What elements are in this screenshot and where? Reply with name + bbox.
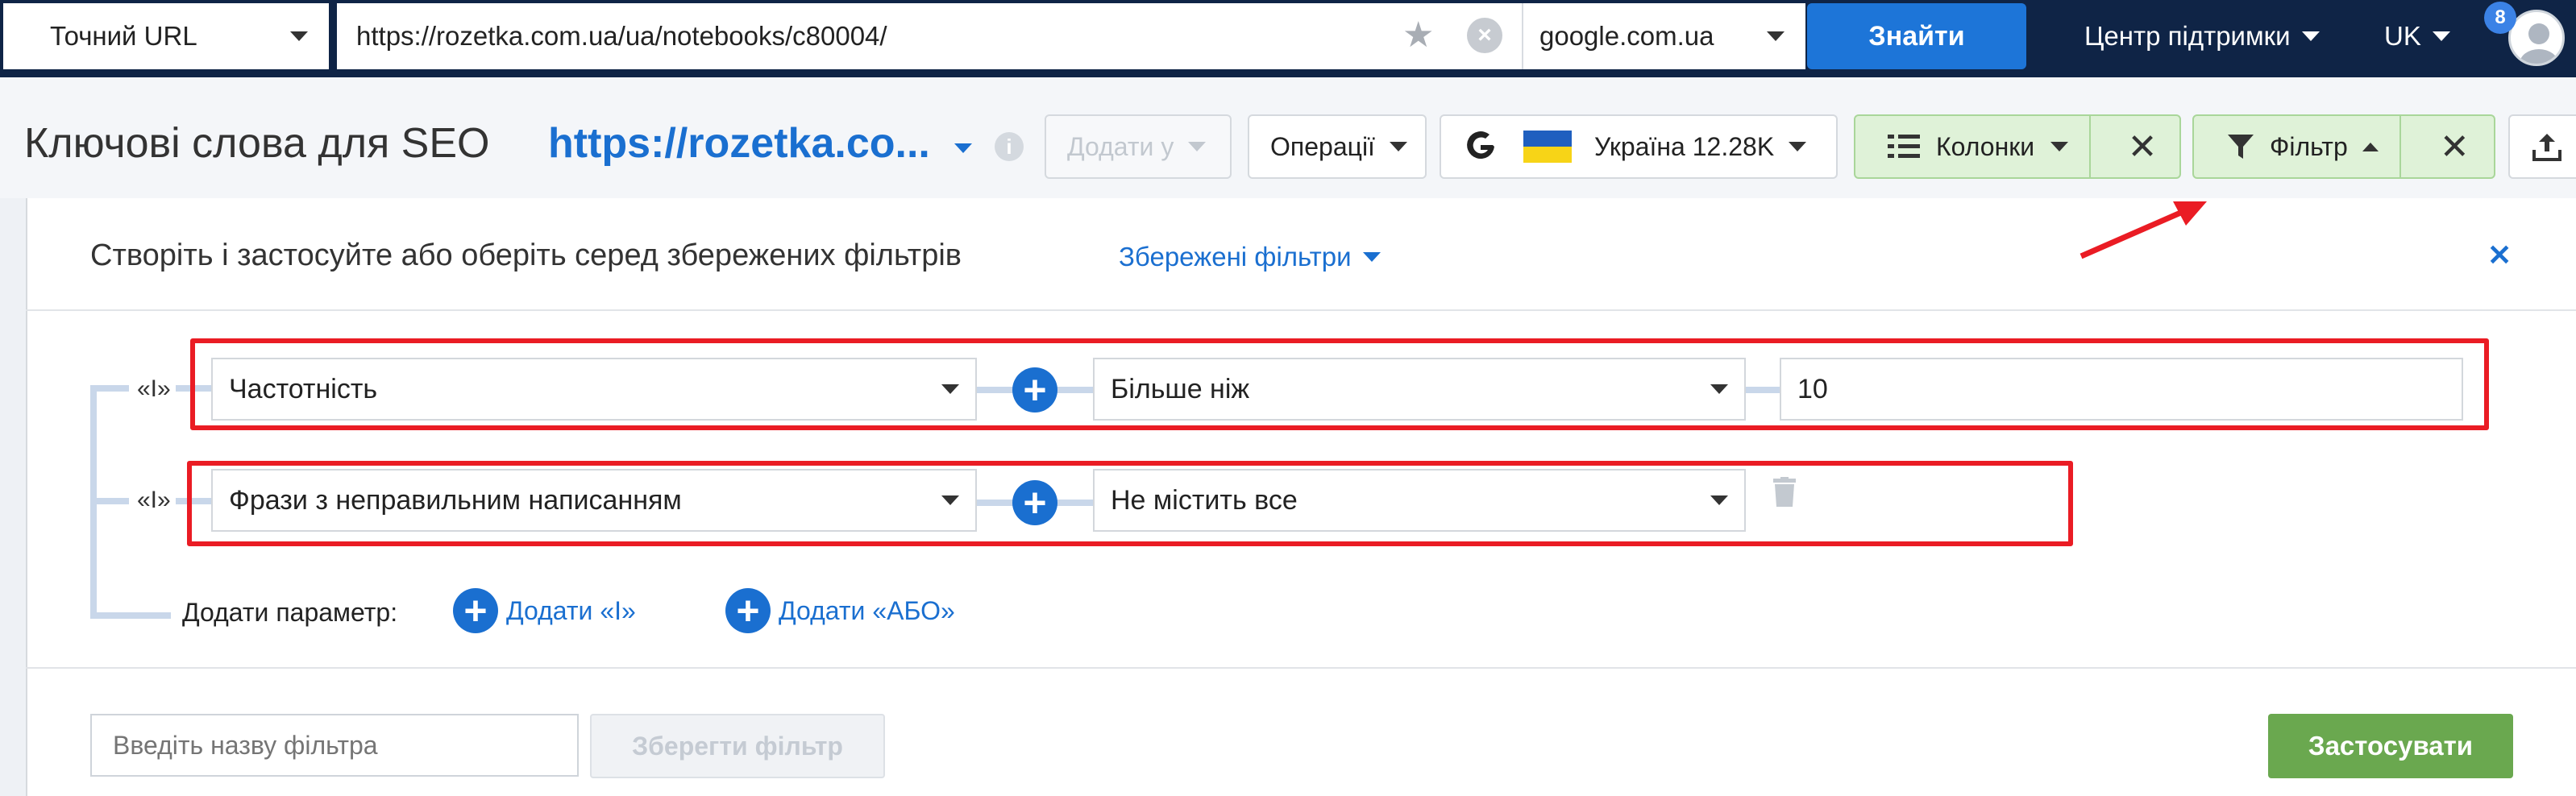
apply-button[interactable]: Застосувати	[2268, 714, 2513, 778]
tree-connector	[90, 498, 129, 504]
filter-panel-heading: Створіть і застосуйте або оберіть серед …	[90, 238, 962, 272]
operations-label: Операції	[1270, 131, 1375, 161]
notification-badge[interactable]: 8	[2484, 2, 2516, 34]
and-conjunction-label: «І»	[137, 487, 171, 513]
close-panel-icon[interactable]: ✕	[2487, 238, 2512, 272]
highlight-box	[190, 338, 2489, 430]
filter-button[interactable]: Фільтр	[2194, 116, 2401, 177]
chevron-down-icon	[1362, 252, 1381, 262]
export-button[interactable]	[2508, 114, 2576, 179]
url-input[interactable]: https://rozetka.com.ua/ua/notebooks/c800…	[337, 3, 1522, 69]
chevron-down-icon	[1389, 142, 1407, 151]
user-avatar[interactable]	[2508, 10, 2565, 66]
close-icon[interactable]: ✕	[2105, 126, 2179, 168]
chevron-down-icon	[2301, 31, 2320, 41]
support-center-label: Центр підтримки	[2084, 21, 2291, 51]
star-icon[interactable]: ★	[1402, 15, 1434, 56]
columns-button[interactable]: Колонки	[1855, 116, 2092, 177]
add-parameter-label: Додати параметр:	[182, 598, 398, 627]
language-menu[interactable]: UK	[2384, 21, 2450, 52]
info-icon[interactable]: i	[995, 132, 1024, 161]
tree-connector	[90, 385, 129, 392]
chevron-down-icon	[1188, 142, 1207, 151]
plus-icon: +	[725, 588, 771, 633]
search-engine-select[interactable]: google.com.ua	[1522, 3, 1805, 69]
chevron-down-icon	[2050, 142, 2069, 151]
google-icon	[1467, 131, 1494, 160]
region-select[interactable]: Україна 12.28K	[1440, 114, 1838, 179]
ukraine-flag-icon	[1523, 131, 1572, 163]
filter-button-group: Фільтр ✕	[2192, 114, 2495, 179]
tree-connector	[90, 612, 171, 619]
columns-label: Колонки	[1936, 131, 2035, 161]
url-mode-value: Точний URL	[50, 21, 197, 51]
close-icon[interactable]: ✕	[2416, 126, 2494, 168]
url-mode-select[interactable]: Точний URL	[3, 3, 329, 69]
chevron-down-icon	[1789, 142, 1807, 151]
language-label: UK	[2384, 21, 2421, 51]
saved-filters-dropdown[interactable]: Збережені фільтри	[1119, 242, 1381, 272]
saved-filters-label: Збережені фільтри	[1119, 242, 1352, 272]
page-title: Ключові слова для SEO	[24, 120, 490, 167]
highlight-box	[187, 461, 2073, 546]
columns-button-group: Колонки ✕	[1854, 114, 2181, 179]
operations-button[interactable]: Операції	[1248, 114, 1427, 179]
add-and-label: Додати «І»	[506, 595, 636, 625]
url-input-value: https://rozetka.com.ua/ua/notebooks/c800…	[356, 21, 887, 51]
filter-name-input[interactable]	[90, 714, 579, 777]
search-button[interactable]: Знайти	[1807, 3, 2026, 69]
support-center-menu[interactable]: Центр підтримки	[2084, 21, 2320, 52]
add-or-button[interactable]: + Додати «АБО»	[725, 588, 955, 633]
report-url-link[interactable]: https://rozetka.co...	[548, 119, 930, 168]
filter-funnel-icon	[2228, 135, 2254, 159]
add-and-button[interactable]: + Додати «І»	[453, 588, 636, 633]
and-conjunction-label: «І»	[137, 375, 171, 402]
filter-label: Фільтр	[2270, 131, 2348, 161]
columns-icon	[1888, 135, 1920, 158]
region-label: Україна 12.28K	[1594, 131, 1775, 161]
clear-input-icon[interactable]: ×	[1467, 18, 1502, 53]
chevron-down-icon	[1767, 31, 1785, 41]
add-to-label: Додати у	[1067, 131, 1174, 161]
search-engine-value: google.com.ua	[1539, 21, 1714, 51]
chevron-up-icon	[2362, 142, 2379, 151]
chevron-down-icon	[290, 31, 308, 41]
chevron-down-icon	[2432, 31, 2450, 41]
annotation-arrow-icon	[2079, 201, 2207, 259]
add-or-label: Додати «АБО»	[779, 595, 955, 625]
chevron-down-icon[interactable]	[954, 143, 972, 153]
add-to-button[interactable]: Додати у	[1045, 114, 1232, 179]
plus-icon: +	[453, 588, 498, 633]
save-filter-button[interactable]: Зберегти фільтр	[590, 714, 885, 778]
upload-icon	[2532, 134, 2561, 161]
divider	[26, 667, 2576, 669]
